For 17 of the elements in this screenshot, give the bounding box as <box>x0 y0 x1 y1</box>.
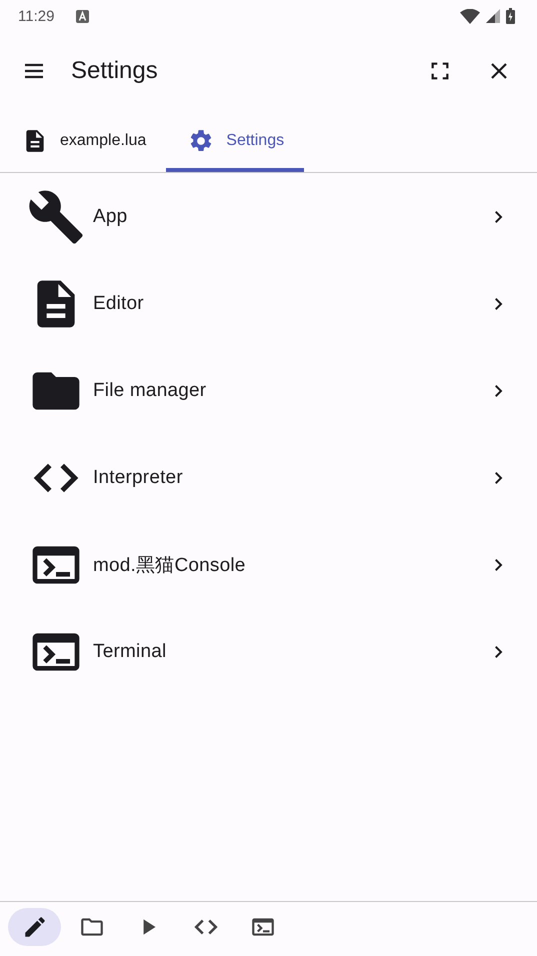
settings-item[interactable]: Interpreter <box>0 434 537 521</box>
settings-item[interactable]: Editor <box>0 260 537 347</box>
wifi-icon <box>460 8 480 24</box>
nav-button[interactable] <box>8 908 61 946</box>
settings-item[interactable]: mod.黑猫Console <box>0 521 537 608</box>
battery-icon <box>506 8 515 24</box>
fullscreen-icon <box>429 60 451 82</box>
app-bar-title: Settings <box>71 57 158 85</box>
tab[interactable]: example.lua <box>0 110 166 172</box>
settings-item[interactable]: App <box>0 173 537 260</box>
settings-item[interactable]: Terminal <box>0 608 537 695</box>
keyboard-notification-icon <box>76 10 90 22</box>
wrench-icon <box>27 188 85 246</box>
status-time: 11:29 <box>18 8 54 24</box>
settings-item[interactable]: File manager <box>0 347 537 434</box>
signal-icon <box>486 9 500 23</box>
tab[interactable]: Settings <box>166 110 304 172</box>
